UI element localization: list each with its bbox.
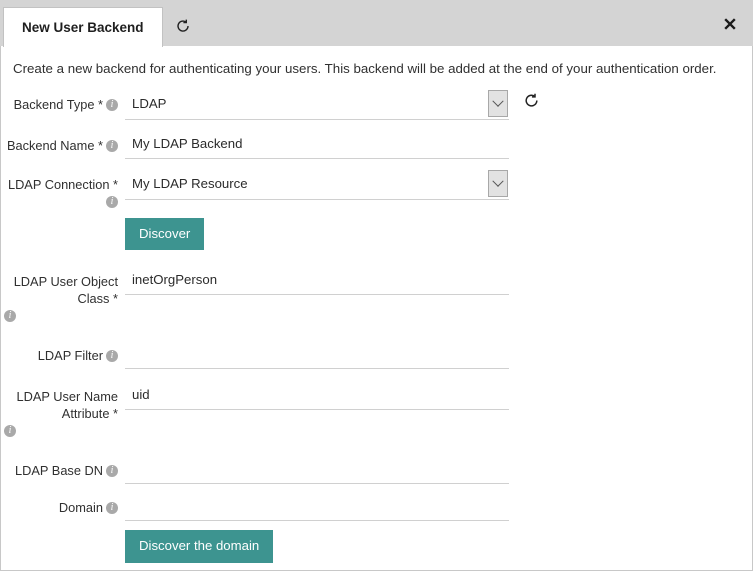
- info-icon[interactable]: [106, 501, 118, 515]
- label-text: LDAP User Object Class: [13, 274, 118, 307]
- ldap-base-dn-input[interactable]: [125, 456, 509, 485]
- discover-button-row: Discover: [1, 218, 752, 251]
- label-ldap-connection: LDAP Connection *: [1, 167, 125, 210]
- refresh-icon: [525, 93, 538, 107]
- ldap-user-name-attribute-input[interactable]: [125, 382, 509, 411]
- required-marker: *: [94, 138, 103, 154]
- new-user-backend-window: New User Backend Create a new backend fo…: [0, 0, 753, 571]
- info-icon[interactable]: [4, 424, 16, 438]
- label-ldap-user-name-attribute: LDAP User Name Attribute *: [1, 379, 125, 438]
- required-marker: *: [109, 291, 118, 307]
- required-marker: *: [109, 177, 118, 193]
- field-row-backend-type: Backend Type *: [1, 87, 752, 121]
- info-icon[interactable]: [106, 464, 118, 478]
- backend-type-dropdown-button[interactable]: [488, 90, 508, 118]
- info-icon[interactable]: [106, 139, 118, 153]
- label-text: Backend Name: [6, 138, 95, 154]
- info-icon[interactable]: [106, 349, 118, 363]
- required-marker: *: [94, 97, 103, 113]
- intro-text: Create a new backend for authenticating …: [13, 61, 717, 76]
- label-ldap-base-dn: LDAP Base DN: [1, 453, 125, 479]
- ldap-user-object-class-input[interactable]: [125, 267, 509, 296]
- field-domain: [125, 490, 752, 522]
- ldap-connection-input[interactable]: [125, 170, 509, 201]
- label-backend-name: Backend Name *: [1, 128, 125, 154]
- required-marker: *: [109, 406, 118, 422]
- form-panel: Create a new backend for authenticating …: [0, 46, 753, 571]
- field-ldap-connection: [125, 167, 752, 201]
- discover-domain-button[interactable]: Discover the domain: [125, 530, 274, 563]
- field-row-domain: Domain: [1, 490, 752, 522]
- refresh-icon: [176, 19, 189, 32]
- info-icon[interactable]: [106, 98, 118, 112]
- field-ldap-user-object-class: [125, 264, 752, 296]
- field-row-ldap-base-dn: LDAP Base DN: [1, 453, 752, 485]
- tab-label: New User Backend: [22, 20, 144, 35]
- label-text: LDAP Filter: [37, 348, 103, 364]
- backend-form: Backend Type *i LDAP Backend Name *i My …: [1, 77, 752, 570]
- close-button[interactable]: [720, 14, 740, 34]
- field-backend-name: [125, 128, 752, 160]
- label-ldap-user-object-class: LDAP User Object Class *: [1, 264, 125, 323]
- ldap-filter-input[interactable]: [125, 341, 509, 370]
- close-icon: [724, 18, 736, 30]
- label-domain: Domain: [1, 490, 125, 516]
- label-text: LDAP Connection: [7, 177, 110, 193]
- domain-input[interactable]: [125, 493, 509, 522]
- field-row-ldap-filter: LDAP Filter: [1, 338, 752, 370]
- tab-strip: New User Backend: [0, 0, 753, 47]
- field-ldap-filter: [125, 338, 752, 370]
- info-icon[interactable]: [106, 195, 118, 209]
- discover-domain-button-row: Discover the domain: [1, 530, 752, 563]
- select-backend-type[interactable]: [125, 90, 509, 121]
- discover-button[interactable]: Discover: [125, 218, 205, 251]
- label-backend-type: Backend Type *: [1, 87, 125, 113]
- field-ldap-user-name-attribute: [125, 379, 752, 411]
- field-row-ldap-user-object-class: LDAP User Object Class *: [1, 264, 752, 323]
- tab-new-user-backend[interactable]: New User Backend: [3, 7, 163, 47]
- label-ldap-filter: LDAP Filter: [1, 338, 125, 364]
- ldap-connection-dropdown-button[interactable]: [488, 170, 508, 198]
- label-text: LDAP User Name Attribute: [16, 389, 118, 422]
- chevron-down-icon: [492, 95, 504, 107]
- info-icon[interactable]: [4, 309, 16, 323]
- tab-refresh-button[interactable]: [163, 6, 203, 46]
- field-row-backend-name: Backend Name *: [1, 128, 752, 160]
- select-ldap-connection[interactable]: [125, 170, 509, 201]
- field-row-ldap-connection: LDAP Connection *: [1, 167, 752, 210]
- field-backend-type: [125, 87, 752, 121]
- label-text: LDAP Base DN: [15, 463, 103, 479]
- field-row-ldap-user-name-attribute: LDAP User Name Attribute *: [1, 379, 752, 438]
- backend-type-refresh-button[interactable]: [523, 92, 541, 110]
- field-ldap-base-dn: [125, 453, 752, 485]
- label-text: Backend Type: [13, 97, 95, 113]
- label-text: Domain: [58, 500, 103, 516]
- backend-type-input[interactable]: [125, 90, 509, 121]
- backend-name-input[interactable]: [125, 131, 509, 160]
- chevron-down-icon: [492, 175, 504, 187]
